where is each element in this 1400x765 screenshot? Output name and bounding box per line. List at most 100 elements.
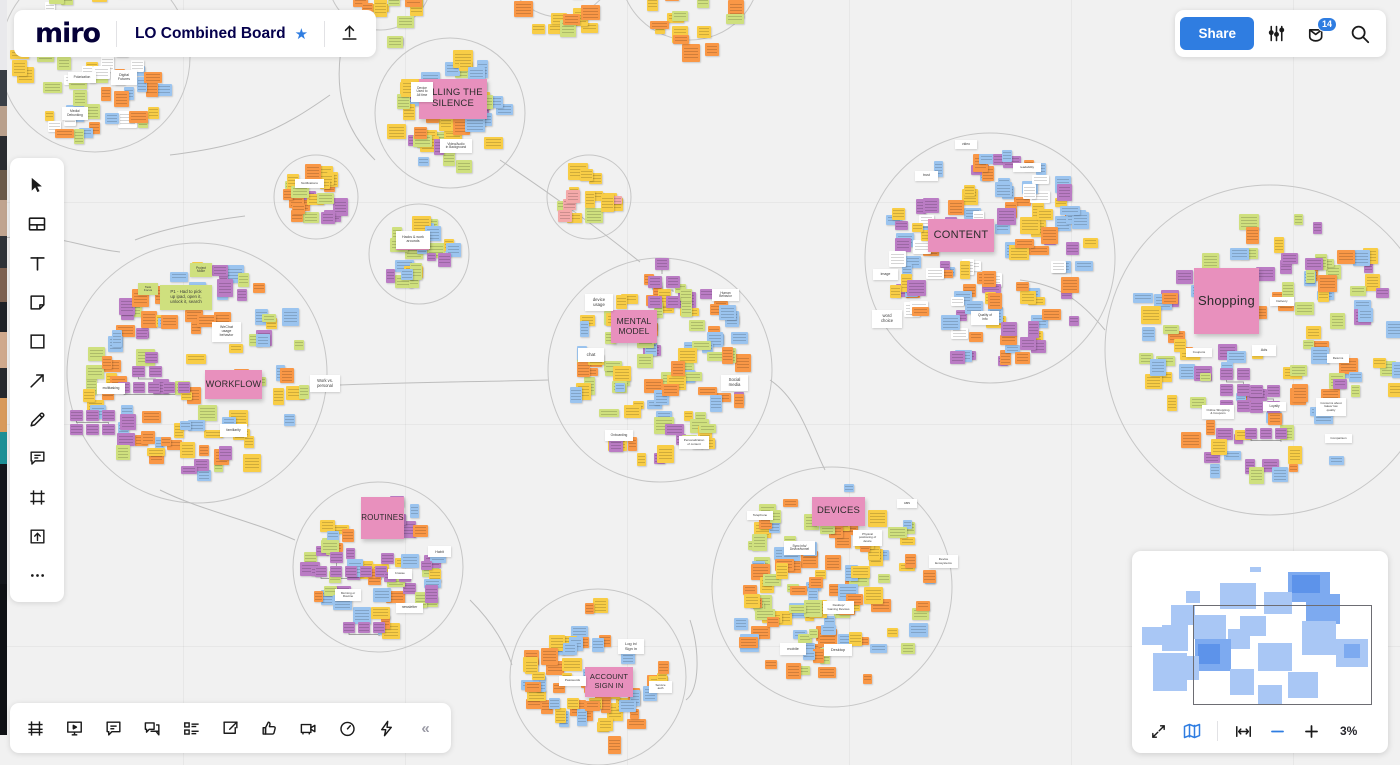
sticky-note[interactable] xyxy=(136,331,148,339)
sticky-note[interactable] xyxy=(456,160,472,173)
sticky-note[interactable] xyxy=(608,736,621,754)
sticky-note[interactable] xyxy=(148,382,160,393)
sticky-note[interactable] xyxy=(1288,446,1302,464)
sticky-note[interactable] xyxy=(1246,227,1259,244)
chevron-double-left-icon[interactable]: « xyxy=(406,708,445,748)
sticky-note[interactable] xyxy=(132,366,145,377)
note-label-image[interactable]: image xyxy=(873,269,898,280)
sticky-note[interactable] xyxy=(147,448,165,456)
sticky-note[interactable] xyxy=(765,660,777,669)
sticky-note[interactable] xyxy=(199,445,209,456)
sticky-note[interactable] xyxy=(734,394,744,408)
sticky-note[interactable] xyxy=(563,643,577,655)
sticky-note[interactable] xyxy=(613,366,631,381)
comment-icon[interactable] xyxy=(17,440,57,476)
sticky-note[interactable] xyxy=(284,414,295,426)
sticky-note[interactable] xyxy=(825,555,841,570)
sticky-note[interactable] xyxy=(149,366,162,377)
sticky-note[interactable] xyxy=(585,603,594,614)
sticky-note[interactable] xyxy=(650,21,669,29)
sticky-note[interactable] xyxy=(273,388,284,405)
sticky-note[interactable] xyxy=(102,410,115,421)
note-label-telephone[interactable]: Telephone xyxy=(747,511,773,520)
note-label-notifications[interactable]: Notifications xyxy=(295,179,324,188)
sticky-note[interactable] xyxy=(262,314,276,322)
sticky-note[interactable] xyxy=(684,372,702,381)
note-label-mobile[interactable]: mobile xyxy=(780,643,806,655)
sticky-note[interactable] xyxy=(343,622,355,633)
sticky-note[interactable] xyxy=(734,618,748,630)
sticky-note[interactable] xyxy=(371,607,390,619)
sticky-note[interactable] xyxy=(49,0,64,4)
sticky-note[interactable] xyxy=(1020,337,1036,350)
presentation-icon[interactable] xyxy=(55,708,94,748)
sticky-note[interactable] xyxy=(229,344,243,353)
sticky-note[interactable] xyxy=(562,658,582,671)
sticky-note[interactable] xyxy=(142,411,161,423)
sticky-note[interactable] xyxy=(144,72,162,83)
sticky-note[interactable] xyxy=(1392,362,1400,378)
sticky-note[interactable] xyxy=(102,356,112,369)
sticky-note[interactable] xyxy=(178,382,190,393)
comment-box-icon[interactable] xyxy=(94,708,133,748)
sticky-note[interactable] xyxy=(1295,302,1314,315)
sticky-note[interactable] xyxy=(181,466,197,474)
sticky-note[interactable] xyxy=(1176,270,1193,284)
timer-clock-icon[interactable] xyxy=(328,708,367,748)
comment-bubble-icon[interactable]: 14 xyxy=(1298,14,1338,54)
note-label-returns[interactable]: Returns xyxy=(1327,354,1349,363)
sticky-note[interactable] xyxy=(637,354,653,368)
sticky-note[interactable] xyxy=(731,332,748,344)
sticky-note[interactable] xyxy=(783,499,798,507)
note-label-fakes-low-quality[interactable]: Concerns about fakes/ low quality xyxy=(1316,398,1346,416)
sticky-note[interactable] xyxy=(387,124,406,139)
sticky-note[interactable] xyxy=(887,628,898,637)
sticky-note[interactable] xyxy=(888,527,907,538)
star-icon[interactable]: ★ xyxy=(295,25,324,43)
sticky-note[interactable] xyxy=(1329,456,1344,465)
sticky-note[interactable] xyxy=(809,577,823,588)
sticky-note[interactable] xyxy=(418,157,429,166)
sticky-note[interactable] xyxy=(1275,428,1287,439)
sticky-note[interactable] xyxy=(1162,293,1178,304)
sticky-note[interactable] xyxy=(1237,400,1250,412)
expand-arrows-icon[interactable] xyxy=(1142,715,1174,747)
sticky-note[interactable] xyxy=(870,644,887,653)
sticky-note[interactable] xyxy=(1141,306,1161,324)
sticky-note[interactable] xyxy=(1057,184,1072,201)
export-arrow-icon[interactable] xyxy=(211,708,250,748)
sticky-note[interactable] xyxy=(86,424,99,435)
sticky-note[interactable] xyxy=(615,383,625,392)
sticky-note[interactable] xyxy=(558,210,572,222)
sticky-note[interactable] xyxy=(767,617,779,627)
sticky-note[interactable] xyxy=(907,280,926,296)
sticky-note[interactable] xyxy=(45,111,54,121)
note-label-coupons[interactable]: Coupons xyxy=(1186,348,1212,357)
note-label-media-debunking[interactable]: Media/ Debunking xyxy=(62,107,88,120)
sticky-note[interactable] xyxy=(1202,253,1219,269)
sticky-note[interactable] xyxy=(890,285,901,298)
zoom-out-button[interactable] xyxy=(1261,715,1293,747)
note-label-chat[interactable]: chat xyxy=(578,348,604,362)
sticky-note[interactable] xyxy=(1028,321,1039,338)
sticky-note[interactable] xyxy=(74,129,84,144)
sticky-note[interactable] xyxy=(120,414,136,430)
sticky-note[interactable] xyxy=(566,190,580,203)
sticky-note[interactable] xyxy=(112,330,122,347)
sticky-note[interactable] xyxy=(1020,291,1036,304)
sticky-note[interactable] xyxy=(388,0,400,6)
sticky-note[interactable] xyxy=(655,258,669,270)
sticky-note[interactable] xyxy=(581,5,600,20)
sticky-note[interactable] xyxy=(1349,372,1362,382)
sticky-note[interactable] xyxy=(427,253,436,261)
sticky-note[interactable] xyxy=(1142,327,1155,341)
sticky-note[interactable] xyxy=(697,0,709,8)
sticky-note[interactable] xyxy=(256,334,270,347)
sticky-note[interactable] xyxy=(438,253,451,267)
sticky-note[interactable] xyxy=(83,389,95,402)
sticky-note[interactable] xyxy=(1388,383,1400,397)
sticky-note[interactable] xyxy=(601,194,614,212)
sticky-note[interactable] xyxy=(995,182,1012,197)
sticky-note[interactable] xyxy=(180,442,195,458)
cluster-label-account-sign-in[interactable]: ACCOUNT SIGN IN xyxy=(585,667,633,697)
